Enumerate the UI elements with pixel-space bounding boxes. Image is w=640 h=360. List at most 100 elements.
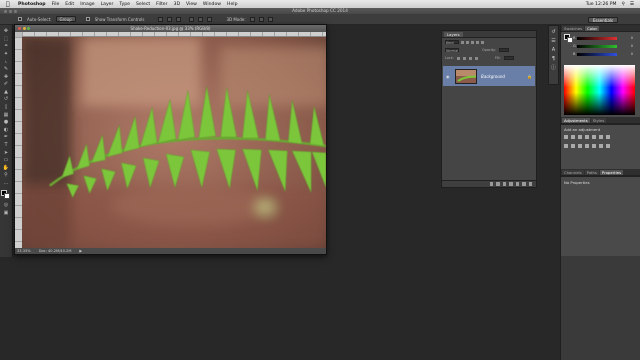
spotlight-icon[interactable]: ⚲ (622, 2, 625, 7)
dodge-tool-icon[interactable]: ◐ (3, 127, 9, 133)
align-right-icon[interactable] (207, 16, 213, 22)
document-title-bar[interactable]: Shake-Reduction-03.jpg @ 33% (RGB/8) (15, 25, 326, 32)
tab-layers[interactable]: Layers (444, 31, 463, 37)
3d-pan-icon[interactable] (267, 16, 273, 22)
tab-paths[interactable]: Paths (584, 169, 599, 175)
doc-size-info[interactable]: Doc: 40.2M/40.2M (39, 248, 72, 254)
menu-app-name[interactable]: Photoshop (18, 2, 46, 7)
hue-saturation-icon[interactable] (599, 135, 603, 139)
menu-item-edit[interactable]: Edit (65, 2, 74, 7)
gradient-tool-icon[interactable]: ▦ (3, 112, 9, 118)
slider-red-bar[interactable] (577, 37, 617, 40)
type-tool-icon[interactable]: T (3, 142, 9, 148)
background-color-swatch[interactable] (4, 193, 10, 200)
curves-icon[interactable] (578, 135, 582, 139)
3d-roll-icon[interactable] (258, 16, 264, 22)
document-canvas[interactable] (22, 37, 326, 248)
invert-icon[interactable] (585, 144, 589, 148)
opacity-field[interactable] (498, 47, 509, 53)
eyedropper-tool-icon[interactable]: ✎ (3, 66, 9, 72)
path-select-tool-icon[interactable]: ➤ (3, 150, 9, 156)
color-balance-icon[interactable] (606, 135, 610, 139)
lock-transparent-icon[interactable] (456, 56, 460, 60)
tab-swatches[interactable]: Swatches (562, 25, 585, 31)
filter-shape-icon[interactable] (476, 40, 479, 44)
menu-item-view[interactable]: View (186, 2, 197, 7)
3d-orbit-icon[interactable] (249, 16, 255, 22)
menu-item-window[interactable]: Window (203, 2, 221, 7)
minimize-window-button[interactable] (9, 9, 12, 13)
menu-item-3d[interactable]: 3D (174, 2, 180, 7)
slider-green-bar[interactable] (577, 45, 617, 48)
menu-item-image[interactable]: Image (80, 2, 94, 7)
align-middle-icon[interactable] (167, 16, 173, 22)
channel-mixer-icon[interactable] (578, 144, 582, 148)
vertical-ruler[interactable] (15, 37, 22, 248)
threshold-icon[interactable] (599, 144, 603, 148)
zoom-level[interactable]: 33.33% (17, 248, 31, 254)
align-bottom-icon[interactable] (176, 16, 182, 22)
menu-item-select[interactable]: Select (136, 2, 150, 7)
visibility-eye-icon[interactable]: ◉ (446, 74, 451, 79)
tab-properties[interactable]: Properties (599, 169, 624, 175)
tab-styles[interactable]: Styles (590, 117, 607, 123)
screen-mode-icon[interactable]: ▣ (3, 210, 9, 216)
tab-adjustments[interactable]: Adjustments (562, 117, 590, 123)
slider-blue[interactable]: B 0 (573, 52, 633, 56)
paragraph-panel-icon[interactable]: ¶ (552, 56, 555, 62)
pen-tool-icon[interactable]: ✒ (3, 135, 9, 140)
filter-pixel-icon[interactable] (461, 40, 464, 44)
filter-smart-object-icon[interactable] (481, 40, 484, 44)
brush-tool-icon[interactable]: ✐ (3, 82, 9, 87)
menu-item-type[interactable]: Type (119, 2, 130, 7)
blend-mode-dropdown[interactable]: Normal (445, 47, 459, 53)
blur-tool-icon[interactable]: ● (3, 120, 9, 125)
layer-row-background[interactable]: ◉ Background 🔒 (443, 66, 535, 86)
hand-tool-icon[interactable]: ✋ (3, 165, 9, 171)
vibrance-icon[interactable] (592, 135, 596, 139)
posterize-icon[interactable] (592, 144, 596, 148)
new-group-icon[interactable] (515, 182, 519, 186)
eraser-tool-icon[interactable]: ▯ (3, 104, 9, 110)
zoom-tool-icon[interactable]: ⚲ (3, 173, 9, 178)
layer-lock-icon[interactable]: 🔒 (527, 74, 532, 79)
fill-field[interactable] (503, 55, 514, 61)
lock-position-icon[interactable] (468, 56, 472, 60)
black-white-icon[interactable] (564, 144, 568, 148)
history-brush-tool-icon[interactable]: ↺ (3, 97, 9, 102)
menu-item-filter[interactable]: Filter (156, 2, 167, 7)
status-menu-arrow-icon[interactable]: ▶ (79, 248, 82, 254)
clock-text[interactable]: Tue 12:26 PM (586, 2, 617, 7)
auto-select-checkbox[interactable] (18, 17, 22, 21)
notifications-icon[interactable]: ☰ (630, 2, 634, 7)
doc-close-button[interactable] (18, 27, 21, 30)
adjustment-layer-icon[interactable] (509, 182, 513, 186)
lock-image-icon[interactable] (462, 56, 466, 60)
clone-stamp-tool-icon[interactable]: ▲ (3, 89, 9, 95)
properties-panel-icon[interactable]: ☰ (551, 38, 555, 44)
show-transform-checkbox[interactable] (85, 17, 90, 21)
history-panel-icon[interactable]: ↺ (551, 29, 555, 35)
quick-select-tool-icon[interactable]: ✦ (3, 51, 9, 57)
align-left-icon[interactable] (189, 16, 195, 22)
menu-item-file[interactable]: File (52, 2, 60, 7)
slider-green-value[interactable]: 0 (621, 44, 633, 48)
lock-all-icon[interactable] (474, 56, 478, 60)
crop-tool-icon[interactable]: ⌞ (3, 59, 9, 64)
menu-item-help[interactable]: Help (227, 2, 237, 7)
info-panel-icon[interactable]: ⓘ (551, 65, 556, 71)
marquee-tool-icon[interactable]: ⬚ (3, 36, 9, 42)
layer-mask-icon[interactable] (502, 182, 506, 186)
new-layer-icon[interactable] (522, 182, 526, 186)
link-layers-icon[interactable] (489, 182, 493, 186)
lasso-tool-icon[interactable]: ⚭ (3, 44, 9, 49)
layer-filter-kind-dropdown[interactable]: Kind (445, 39, 459, 45)
slider-green[interactable]: G 0 (573, 44, 633, 48)
auto-select-dropdown[interactable]: Group (55, 16, 76, 22)
character-panel-icon[interactable]: A (552, 47, 555, 53)
delete-layer-icon[interactable] (528, 182, 532, 186)
color-spectrum-ramp[interactable] (564, 65, 635, 115)
move-tool-icon[interactable]: ✥ (3, 29, 9, 34)
align-center-icon[interactable] (198, 16, 204, 22)
quick-mask-icon[interactable]: ◎ (3, 203, 9, 208)
